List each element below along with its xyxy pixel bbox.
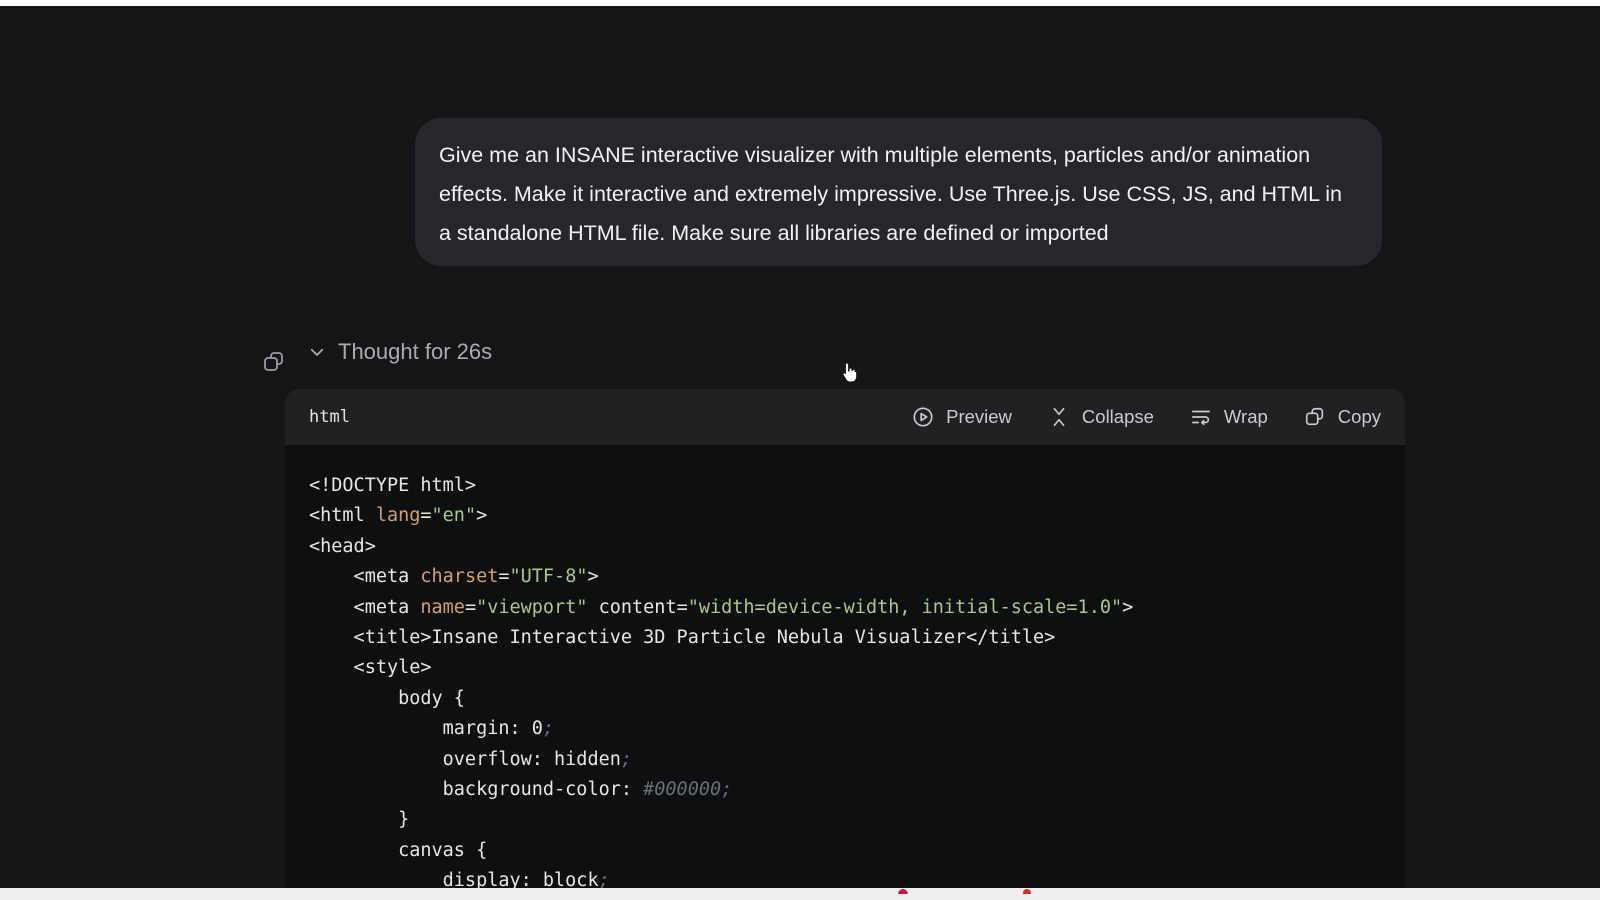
code-line: margin: 0; (309, 714, 1381, 744)
code-token: ; (542, 718, 555, 740)
code-token: = (420, 505, 432, 527)
preview-button[interactable]: Preview (912, 406, 1012, 428)
code-token: > (476, 505, 488, 527)
copy-icon (1305, 407, 1323, 426)
collapse-label: Collapse (1081, 406, 1154, 427)
code-token: body { (309, 687, 465, 709)
code-content: <!DOCTYPE html> <html lang="en"> <head> <m… (285, 445, 1405, 896)
taskbar-indicator (898, 889, 908, 894)
preview-label: Preview (946, 406, 1012, 427)
code-line: <html lang="en"> (309, 501, 1381, 531)
code-line: } (309, 805, 1381, 835)
code-token: <head> (309, 535, 376, 557)
code-token: charset (420, 566, 499, 588)
code-line: <meta charset="UTF-8"> (309, 562, 1381, 592)
code-token: "UTF-8" (509, 566, 588, 588)
code-block: html Preview Collapse Wrap Copy <!DOCTYP… (285, 389, 1405, 900)
code-token: <!DOCTYPE html> (309, 475, 477, 496)
bottom-edge (0, 888, 1600, 900)
code-line: <meta name="viewport" content="width=dev… (309, 593, 1381, 623)
code-token: <meta (309, 566, 421, 588)
code-block-header: html Preview Collapse Wrap Copy (285, 389, 1405, 445)
thought-toggle[interactable]: Thought for 26s (308, 337, 492, 367)
chevron-down-icon (310, 348, 324, 356)
copy-label: Copy (1337, 406, 1381, 427)
hand-cursor-icon (842, 361, 858, 383)
code-line: background-color: #000000; (309, 775, 1381, 805)
code-token: <title>Insane Interactive 3D Particle Ne… (309, 626, 1056, 648)
code-token: } (309, 809, 410, 831)
code-token: > (1122, 596, 1134, 618)
user-message-text: Give me an INSANE interactive visualizer… (439, 143, 1342, 245)
code-token: "width=device-width, initial-scale=1.0" (687, 596, 1123, 618)
code-token: overflow: hidden (309, 748, 621, 770)
code-token: canvas { (309, 839, 488, 861)
code-token: = (464, 596, 477, 618)
code-token: name (420, 596, 465, 618)
code-token: ; (620, 748, 633, 770)
code-language-label: html (309, 407, 350, 427)
code-token: <style> (309, 657, 432, 679)
code-token: content= (587, 596, 688, 618)
code-token: #000000; (643, 778, 733, 800)
thought-label: Thought for 26s (338, 339, 493, 364)
code-line: overflow: hidden; (309, 745, 1381, 775)
code-token: background-color: (309, 778, 644, 800)
browser-top-edge (0, 0, 1600, 6)
code-token: <html (309, 505, 376, 527)
play-circle-icon (913, 407, 933, 427)
code-line: canvas { (309, 836, 1381, 866)
wrap-label: Wrap (1223, 406, 1268, 427)
code-line: <!DOCTYPE html> (309, 471, 1381, 501)
code-token: > (587, 566, 599, 588)
code-token: "en" (431, 505, 477, 527)
code-line: <style> (309, 653, 1381, 683)
copy-message-icon[interactable] (262, 350, 286, 374)
code-token: = (498, 566, 510, 588)
taskbar-indicator (1023, 889, 1031, 894)
code-actions: Preview Collapse Wrap Copy (912, 406, 1381, 428)
code-token: <meta (309, 596, 421, 618)
wrap-icon (1191, 410, 1210, 426)
wrap-button[interactable]: Wrap (1190, 406, 1268, 428)
code-line: <title>Insane Interactive 3D Particle Ne… (309, 623, 1381, 653)
collapse-button[interactable]: Collapse (1048, 406, 1154, 428)
user-message-bubble: Give me an INSANE interactive visualizer… (415, 118, 1382, 266)
copy-button[interactable]: Copy (1304, 406, 1381, 428)
code-line: <head> (309, 532, 1381, 562)
code-token: lang (375, 505, 421, 527)
code-token: margin: 0 (309, 718, 543, 740)
code-token: "viewport" (476, 596, 588, 618)
code-line: body { (309, 684, 1381, 714)
collapse-icon (1053, 407, 1065, 427)
